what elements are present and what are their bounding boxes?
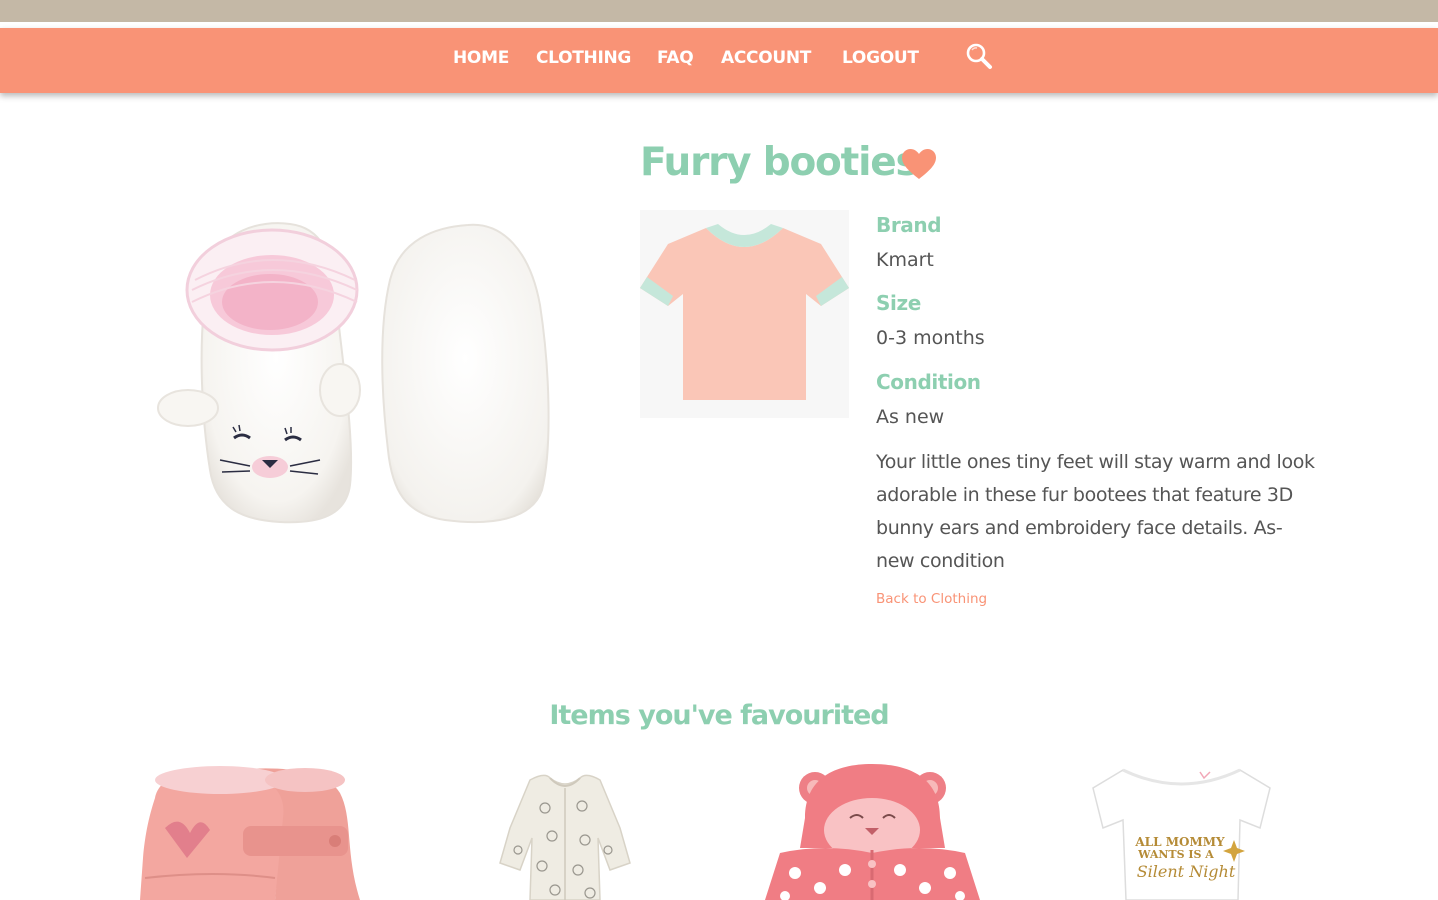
search-icon[interactable] <box>964 42 994 72</box>
nav-account[interactable]: ACCOUNT <box>721 48 811 68</box>
back-to-clothing-link[interactable]: Back to Clothing <box>876 591 987 607</box>
printed-romper-image[interactable] <box>490 758 640 900</box>
brand-label: Brand <box>876 213 942 237</box>
onesie-print-line-1: ALL MOMMY <box>1134 835 1225 849</box>
main-nav: HOME CLOTHING FAQ ACCOUNT LOGOUT <box>0 28 1438 93</box>
nav-faq[interactable]: FAQ <box>657 48 694 68</box>
condition-label: Condition <box>876 370 981 394</box>
product-title: Furry booties <box>640 140 919 185</box>
onesie-print-line-2: WANTS IS A <box>1137 848 1214 861</box>
favourites-title: Items you've favourited <box>549 700 889 731</box>
nav-clothing[interactable]: CLOTHING <box>536 48 631 68</box>
brand-value: Kmart <box>876 249 934 271</box>
top-strip <box>0 0 1438 22</box>
tshirt-icon <box>640 210 849 418</box>
nav-home[interactable]: HOME <box>453 48 509 68</box>
size-label: Size <box>876 291 921 315</box>
condition-value: As new <box>876 406 945 428</box>
white-onesie-image[interactable]: ALL MOMMY WANTS IS A Silent Night <box>1088 758 1273 900</box>
pink-boots-image[interactable] <box>125 758 385 900</box>
pink-hooded-jacket-image[interactable] <box>765 758 980 900</box>
nav-logout[interactable]: LOGOUT <box>842 48 919 68</box>
size-value: 0-3 months <box>876 327 985 349</box>
product-description: Your little ones tiny feet will stay war… <box>876 451 1315 572</box>
heart-icon[interactable] <box>901 148 937 180</box>
onesie-print-line-3: Silent Night <box>1137 862 1236 881</box>
product-image <box>150 210 560 530</box>
